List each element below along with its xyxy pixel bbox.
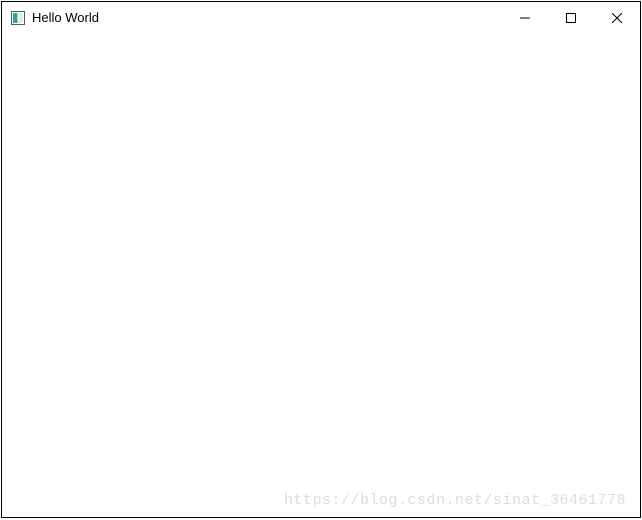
maximize-button[interactable] (548, 2, 594, 33)
window-title: Hello World (32, 10, 502, 25)
watermark-text: https://blog.csdn.net/sinat_36461778 (284, 492, 626, 509)
client-area: https://blog.csdn.net/sinat_36461778 (2, 33, 640, 517)
titlebar: Hello World (2, 2, 640, 33)
minimize-button[interactable] (502, 2, 548, 33)
window-controls (502, 2, 640, 33)
application-window: Hello World https://blog.csdn.net/sinat_ (1, 1, 641, 518)
app-icon (10, 10, 26, 26)
close-button[interactable] (594, 2, 640, 33)
